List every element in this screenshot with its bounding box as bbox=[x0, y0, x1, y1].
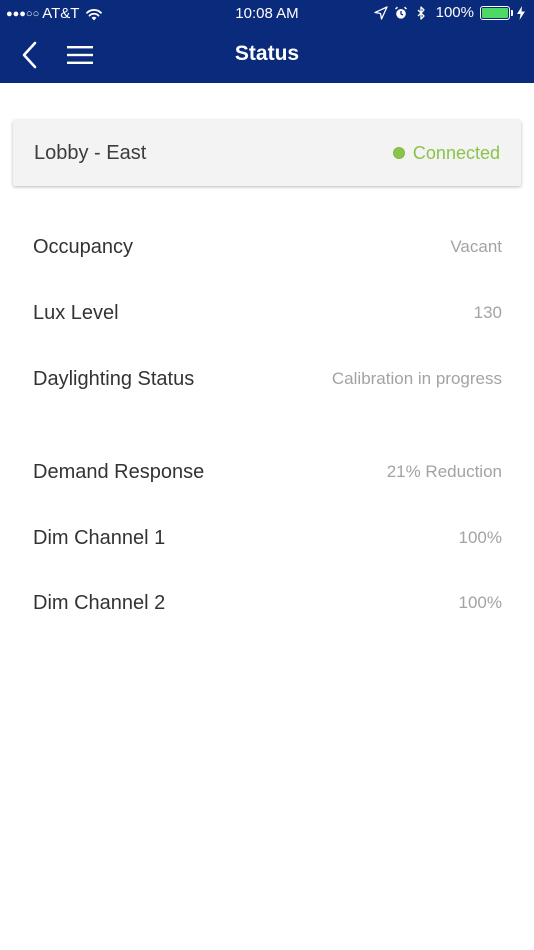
row-value: Vacant bbox=[450, 237, 502, 256]
status-row-dim-channel-2: Dim Channel 2 100% bbox=[33, 583, 502, 623]
row-value: 100% bbox=[458, 528, 502, 547]
connection-status-label: Connected bbox=[412, 142, 500, 163]
row-label: Demand Response bbox=[33, 460, 205, 483]
row-value: 130 bbox=[473, 303, 502, 322]
battery-percentage: 100% bbox=[435, 4, 474, 21]
row-value: 100% bbox=[458, 593, 502, 612]
row-label: Daylighting Status bbox=[33, 367, 195, 390]
status-row-occupancy: Occupancy Vacant bbox=[33, 227, 502, 267]
navigation-bar: Status bbox=[0, 28, 534, 83]
status-row-daylighting-status: Daylighting Status Calibration in progre… bbox=[33, 359, 502, 399]
bluetooth-icon bbox=[417, 5, 425, 20]
device-name: Lobby - East bbox=[34, 141, 147, 164]
row-label: Occupancy bbox=[33, 235, 134, 258]
device-card[interactable]: Lobby - East Connected bbox=[13, 120, 521, 186]
row-value: 21% Reduction bbox=[386, 462, 502, 481]
page-title: Status bbox=[234, 42, 300, 65]
connected-indicator-icon bbox=[392, 147, 405, 159]
row-label: Dim Channel 2 bbox=[33, 591, 166, 614]
header: ●●●○○ AT&T 10:08 AM 100% Status bbox=[0, 0, 534, 83]
row-label: Lux Level bbox=[33, 301, 119, 324]
ios-status-bar: ●●●○○ AT&T 10:08 AM 100% bbox=[0, 0, 534, 28]
charging-icon bbox=[517, 5, 525, 20]
row-value: Calibration in progress bbox=[331, 369, 502, 388]
status-row-demand-response: Demand Response 21% Reduction bbox=[33, 452, 502, 492]
battery-icon bbox=[480, 5, 513, 20]
battery-level-fill bbox=[482, 7, 508, 18]
status-bar-right: 100% bbox=[373, 4, 526, 21]
status-screen: ●●●○○ AT&T 10:08 AM 100% Status Lobby - … bbox=[0, 0, 534, 950]
status-row-dim-channel-1: Dim Channel 1 100% bbox=[33, 518, 502, 558]
location-icon bbox=[373, 5, 388, 20]
row-label: Dim Channel 1 bbox=[33, 526, 166, 549]
connection-status: Connected bbox=[392, 142, 500, 164]
status-row-lux-level: Lux Level 130 bbox=[33, 293, 502, 333]
alarm-icon bbox=[394, 6, 407, 19]
